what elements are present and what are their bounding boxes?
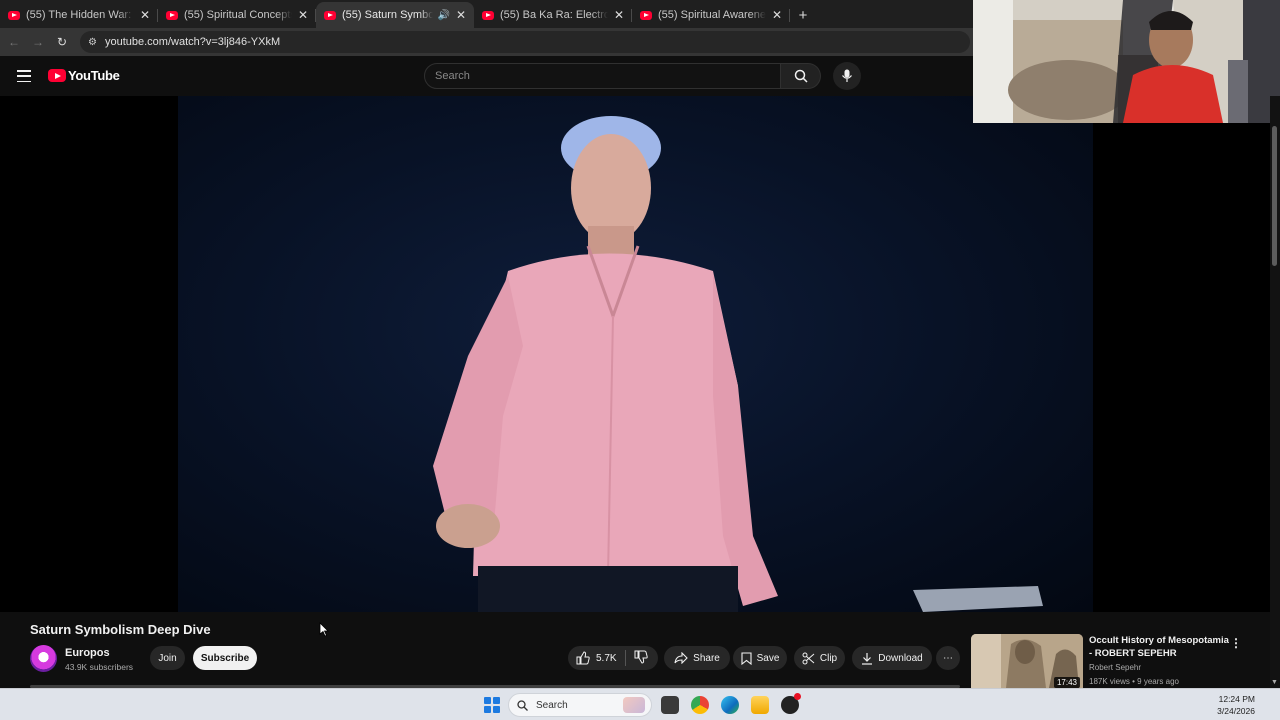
subscriber-count: 43.9K subscribers bbox=[65, 662, 134, 672]
scissors-icon bbox=[802, 652, 815, 664]
windows-taskbar: Search 12:24 PM 3/24/2026 bbox=[0, 688, 1280, 720]
save-label: Save bbox=[756, 652, 780, 664]
channel-avatar[interactable] bbox=[30, 645, 57, 672]
tab-audio-icon[interactable]: 🔊 bbox=[437, 10, 449, 21]
scrollbar-thumb[interactable] bbox=[1272, 126, 1277, 266]
browser-tab[interactable]: (55) The Hidden War: The Loos ✕ bbox=[0, 2, 158, 28]
recommended-meta: 187K views • 9 years ago bbox=[1089, 677, 1179, 686]
tab-close-icon[interactable]: ✕ bbox=[614, 8, 624, 22]
download-icon bbox=[862, 652, 873, 665]
forward-icon[interactable]: → bbox=[26, 35, 50, 49]
search-highlight-icon bbox=[623, 697, 645, 713]
tab-title: (55) Ba Ka Ra: Electromagnetic bbox=[500, 9, 608, 21]
clock-time: 12:24 PM bbox=[1218, 694, 1255, 704]
voice-search-button[interactable] bbox=[833, 62, 861, 90]
tab-separator bbox=[789, 9, 790, 22]
tab-title: (55) The Hidden War: The Loos bbox=[26, 9, 134, 21]
youtube-play-icon bbox=[48, 69, 66, 82]
taskbar-search[interactable]: Search bbox=[508, 693, 652, 717]
video-player[interactable] bbox=[0, 96, 1270, 612]
share-icon bbox=[674, 652, 688, 664]
thumbs-down-icon bbox=[634, 650, 648, 664]
browser-tab[interactable]: (55) Spiritual Awareness Will Re ✕ bbox=[632, 2, 790, 28]
browser-tab[interactable]: (55) Spiritual Concepts Everyone ✕ bbox=[158, 2, 316, 28]
taskbar-search-label: Search bbox=[536, 699, 568, 711]
like-dislike-group: 5.7K bbox=[568, 646, 658, 670]
share-button[interactable]: Share bbox=[664, 646, 730, 670]
youtube-favicon-icon bbox=[8, 10, 20, 20]
tab-title: (55) Saturn Symbolism Deep Dive bbox=[342, 9, 434, 21]
recommended-menu-icon[interactable]: ⋮ bbox=[1230, 636, 1242, 650]
tab-title: (55) Spiritual Awareness Will Re bbox=[658, 9, 766, 21]
hamburger-menu-icon[interactable] bbox=[17, 70, 31, 82]
mouse-cursor-icon bbox=[319, 622, 329, 637]
new-tab-button[interactable]: + bbox=[790, 2, 816, 28]
file-explorer-icon[interactable] bbox=[751, 696, 769, 714]
reload-icon[interactable]: ↻ bbox=[50, 35, 74, 49]
notification-badge bbox=[794, 693, 801, 700]
youtube-favicon-icon bbox=[324, 10, 336, 20]
like-count: 5.7K bbox=[596, 652, 617, 664]
recommended-title[interactable]: Occult History of Mesopotamia - ROBERT S… bbox=[1089, 634, 1229, 660]
system-clock[interactable]: 12:24 PM 3/24/2026 bbox=[1217, 693, 1255, 717]
tab-close-icon[interactable]: ✕ bbox=[456, 8, 466, 22]
task-view-icon[interactable] bbox=[661, 696, 679, 714]
download-label: Download bbox=[878, 652, 923, 664]
speaker-figure bbox=[433, 116, 1043, 612]
tab-close-icon[interactable]: ✕ bbox=[298, 8, 308, 22]
share-label: Share bbox=[693, 652, 720, 664]
recommended-thumbnail[interactable]: 17:43 bbox=[971, 634, 1083, 688]
url-text: youtube.com/watch?v=3lj846-YXkM bbox=[104, 36, 281, 48]
search-button[interactable] bbox=[781, 63, 821, 89]
browser-tab[interactable]: (55) Saturn Symbolism Deep Dive🔊 ✕ bbox=[316, 2, 474, 28]
webcam-overlay bbox=[973, 0, 1280, 123]
tab-list: (55) The Hidden War: The Loos✕(55) Spiri… bbox=[0, 2, 790, 28]
recommended-channel[interactable]: Robert Sepehr bbox=[1089, 663, 1141, 672]
video-frame bbox=[178, 96, 1093, 612]
youtube-logo-text: YouTube bbox=[68, 68, 120, 83]
youtube-favicon-icon bbox=[166, 10, 178, 20]
chrome-icon[interactable] bbox=[691, 696, 709, 714]
back-icon[interactable]: ← bbox=[2, 35, 26, 49]
video-duration: 17:43 bbox=[1053, 677, 1080, 688]
obs-icon[interactable] bbox=[781, 693, 801, 714]
scroll-down-arrow-icon[interactable]: ▼ bbox=[1271, 679, 1278, 686]
clock-date: 3/24/2026 bbox=[1217, 706, 1255, 716]
youtube-logo[interactable]: YouTube bbox=[48, 68, 120, 83]
site-info-icon[interactable]: ⚙ bbox=[88, 37, 97, 48]
tab-close-icon[interactable]: ✕ bbox=[772, 8, 782, 22]
dislike-button[interactable] bbox=[634, 650, 648, 667]
video-title: Saturn Symbolism Deep Dive bbox=[30, 622, 211, 637]
clip-label: Clip bbox=[819, 652, 838, 664]
thumbs-up-icon bbox=[576, 651, 590, 665]
webcam-feed-image bbox=[973, 0, 1280, 123]
channel-name[interactable]: Europos bbox=[65, 647, 110, 659]
edge-icon[interactable] bbox=[721, 696, 739, 714]
tab-close-icon[interactable]: ✕ bbox=[140, 8, 150, 22]
clip-button[interactable]: Clip bbox=[794, 646, 845, 670]
join-button[interactable]: Join bbox=[150, 646, 185, 670]
subscribe-button[interactable]: Subscribe bbox=[193, 646, 257, 670]
like-button[interactable]: 5.7K bbox=[576, 651, 617, 665]
browser-tab[interactable]: (55) Ba Ka Ra: Electromagnetic ✕ bbox=[474, 2, 632, 28]
taskbar-search-icon bbox=[517, 699, 528, 711]
youtube-favicon-icon bbox=[640, 10, 652, 20]
windows-start-icon[interactable] bbox=[484, 697, 500, 713]
page-scrollbar[interactable]: ▼ bbox=[1270, 96, 1280, 688]
search-icon bbox=[794, 69, 808, 83]
more-actions-button[interactable]: ⋯ bbox=[936, 646, 960, 670]
address-bar[interactable]: ⚙ youtube.com/watch?v=3lj846-YXkM bbox=[80, 31, 970, 53]
save-button[interactable]: Save bbox=[733, 646, 787, 670]
youtube-favicon-icon bbox=[482, 10, 494, 20]
download-button[interactable]: Download bbox=[852, 646, 932, 670]
like-divider bbox=[624, 650, 626, 666]
tab-title: (55) Spiritual Concepts Everyone bbox=[184, 9, 292, 21]
search-input[interactable]: Search bbox=[424, 63, 781, 89]
bookmark-icon bbox=[741, 651, 752, 665]
microphone-icon bbox=[842, 69, 852, 82]
